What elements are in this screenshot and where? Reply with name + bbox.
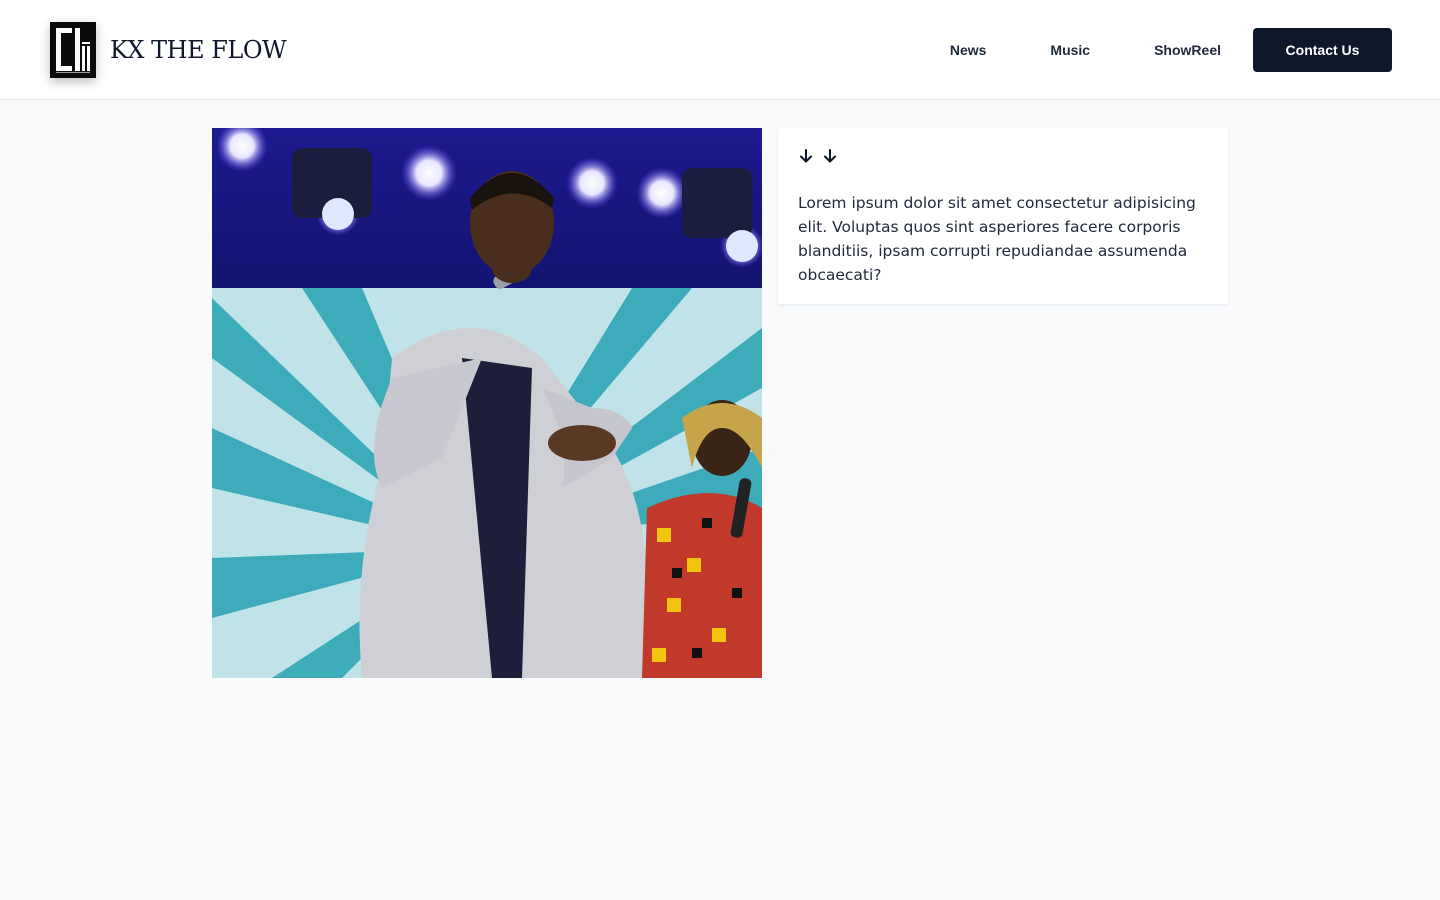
card-description: Lorem ipsum dolor sit amet consectetur a… [798,194,1196,284]
main-nav: News Music ShowReel Contact Us [950,28,1392,72]
brand-name: KX THE FLOW [110,36,287,64]
nav-news-link[interactable]: News [950,42,987,58]
performer-photo [212,128,762,678]
arrow-down-icon [800,149,812,163]
site-header: KX THE FLOW News Music ShowReel Contact … [0,0,1440,100]
arrow-icons [798,148,1208,164]
info-card: Lorem ipsum dolor sit amet consectetur a… [778,128,1228,304]
nav-showreel-link[interactable]: ShowReel [1154,42,1221,58]
brand-home-link[interactable]: KX THE FLOW [50,22,287,78]
square-brush-logo-icon [50,22,96,78]
arrow-down-icon [824,149,836,163]
nav-music-link[interactable]: Music [1050,42,1090,58]
contact-us-button[interactable]: Contact Us [1253,28,1392,72]
